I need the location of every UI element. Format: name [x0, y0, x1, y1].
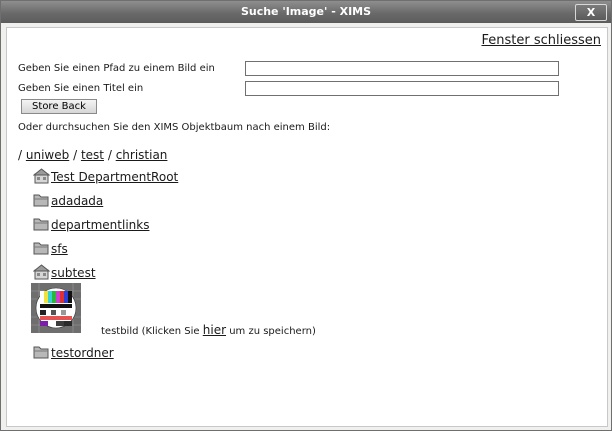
image-hint-post: um zu speichern)	[229, 326, 316, 337]
folder-icon	[33, 242, 49, 255]
breadcrumb-christian[interactable]: christian	[116, 148, 168, 162]
breadcrumb-separator: /	[107, 148, 112, 162]
breadcrumb-separator: /	[73, 148, 78, 162]
title-input[interactable]	[245, 81, 559, 96]
breadcrumb-separator: /	[18, 148, 23, 162]
save-here-link[interactable]: hier	[203, 323, 226, 337]
image-name: testbild	[101, 326, 139, 337]
dialog-window: Suche 'Image' - XIMS X Fenster schliesse…	[0, 0, 612, 431]
window-title: Suche 'Image' - XIMS	[240, 5, 372, 18]
window-close-button[interactable]: X	[575, 4, 607, 21]
test-pattern-image[interactable]	[31, 283, 81, 333]
tree-item-link[interactable]: sfs	[51, 242, 68, 256]
path-input[interactable]	[245, 61, 559, 76]
browse-instruction: Oder durchsuchen Sie den XIMS Objektbaum…	[18, 122, 331, 133]
tree-item-link[interactable]: adadada	[51, 194, 103, 208]
tree-item-link[interactable]: subtest	[51, 266, 96, 280]
path-label: Geben Sie einen Pfad zu einem Bild ein	[18, 63, 215, 74]
breadcrumb: / uniweb / test / christian	[18, 148, 167, 162]
tree-item-link[interactable]: departmentlinks	[51, 218, 149, 232]
title-label: Geben Sie einen Titel ein	[18, 83, 144, 94]
breadcrumb-uniweb[interactable]: uniweb	[26, 148, 69, 162]
tree-item-link[interactable]: testordner	[51, 346, 114, 360]
store-back-button[interactable]: Store Back	[21, 99, 97, 114]
folder-icon	[33, 194, 49, 207]
tree-item-link[interactable]: Test DepartmentRoot	[51, 170, 178, 184]
folder-icon	[33, 346, 49, 359]
title-bar: Suche 'Image' - XIMS X	[1, 1, 611, 23]
dialog-content: Fenster schliessen Geben Sie einen Pfad …	[6, 27, 608, 427]
department-icon	[33, 168, 50, 184]
folder-icon	[33, 218, 49, 231]
department-icon	[33, 264, 50, 280]
close-window-link[interactable]: Fenster schliessen	[481, 33, 601, 48]
image-hint-pre: (Klicken Sie	[141, 326, 200, 337]
image-item: testbild (Klicken Sie hier um zu speiche…	[101, 323, 316, 337]
breadcrumb-test[interactable]: test	[81, 148, 104, 162]
